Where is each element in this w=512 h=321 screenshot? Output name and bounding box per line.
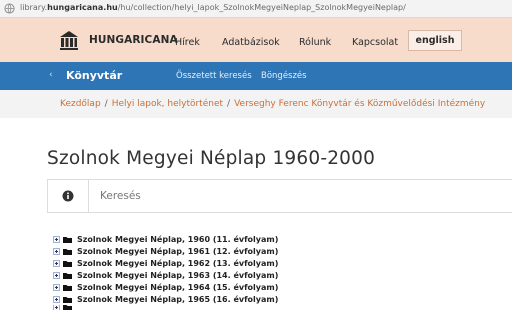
- chevron-left-icon: ‹: [49, 70, 53, 80]
- breadcrumb-separator: /: [227, 99, 231, 109]
- site-info-icon[interactable]: [4, 3, 15, 14]
- subnav-title[interactable]: Könyvtár: [66, 69, 122, 82]
- nav-rolunk[interactable]: Rólunk: [299, 37, 331, 48]
- folder-icon: [63, 236, 72, 243]
- hungaricana-logo-icon: [60, 31, 78, 50]
- tree-item-label[interactable]: Szolnok Megyei Néplap, 1961 (12. évfolya…: [77, 247, 278, 256]
- tree-item[interactable]: Szolnok Megyei Néplap, 1963 (14. évfolya…: [53, 269, 278, 281]
- advanced-search-link[interactable]: Összetett keresés: [176, 71, 252, 81]
- nav-hirek[interactable]: Hírek: [175, 37, 200, 48]
- expand-icon[interactable]: [53, 305, 60, 310]
- library-subnav: ‹ Könyvtár Összetett keresés Böngészés: [0, 62, 512, 90]
- tree-item[interactable]: Szolnok Megyei Néplap, 1964 (15. évfolya…: [53, 281, 278, 293]
- breadcrumb-home[interactable]: Kezdőlap: [60, 99, 101, 109]
- search-box: [47, 179, 512, 213]
- folder-icon: [63, 248, 72, 255]
- expand-icon[interactable]: [53, 259, 60, 267]
- tree-item[interactable]: Szolnok Megyei Néplap, 1962 (13. évfolya…: [53, 257, 278, 269]
- expand-icon[interactable]: [53, 295, 60, 303]
- expand-icon[interactable]: [53, 271, 60, 279]
- tree-item[interactable]: Szolnok Megyei Néplap, 1960 (11. évfolya…: [53, 233, 278, 245]
- address-bar[interactable]: library.hungaricana.hu/hu/collection/hel…: [0, 0, 512, 18]
- tree-item-label[interactable]: Szolnok Megyei Néplap, 1963 (14. évfolya…: [77, 271, 278, 280]
- site-logo[interactable]: HUNGARICANA: [57, 28, 178, 52]
- folder-icon: [63, 260, 72, 267]
- folder-icon: [63, 296, 72, 303]
- expand-icon[interactable]: [53, 235, 60, 243]
- breadcrumb: Kezdőlap / Helyi lapok, helytörténet / Verse…: [0, 90, 512, 118]
- info-icon: [62, 190, 74, 202]
- tree-item[interactable]: Szolnok Megyei Néplap, 1961 (12. évfolya…: [53, 245, 278, 257]
- nav-kapcsolat[interactable]: Kapcsolat: [352, 37, 398, 48]
- language-button[interactable]: english: [408, 30, 462, 51]
- top-navigation: HUNGARICANA Hírek Adatbázisok Rólunk Kap…: [0, 18, 512, 62]
- breadcrumb-local-papers[interactable]: Helyi lapok, helytörténet: [112, 99, 223, 109]
- expand-icon[interactable]: [53, 247, 60, 255]
- info-button[interactable]: [48, 180, 89, 212]
- breadcrumb-separator: /: [104, 99, 108, 109]
- search-input[interactable]: [89, 180, 512, 212]
- expand-icon[interactable]: [53, 283, 60, 291]
- url-text[interactable]: library.hungaricana.hu/hu/collection/hel…: [20, 3, 406, 12]
- breadcrumb-library[interactable]: Verseghy Ferenc Könyvtár és Közművelődés…: [234, 99, 485, 109]
- tree-item-label[interactable]: Szolnok Megyei Néplap, 1964 (15. évfolya…: [77, 283, 278, 292]
- folder-icon: [63, 284, 72, 291]
- tree-item-label[interactable]: Szolnok Megyei Néplap, 1962 (13. évfolya…: [77, 259, 278, 268]
- folder-icon: [63, 272, 72, 279]
- tree-item[interactable]: [53, 305, 278, 310]
- tree-item-label[interactable]: Szolnok Megyei Néplap, 1960 (11. évfolya…: [77, 235, 278, 244]
- tree-item[interactable]: Szolnok Megyei Néplap, 1965 (16. évfolya…: [53, 293, 278, 305]
- folder-icon: [63, 305, 72, 310]
- browse-link[interactable]: Böngészés: [261, 71, 307, 81]
- nav-adatbazisok[interactable]: Adatbázisok: [222, 37, 280, 48]
- logo-text: HUNGARICANA: [89, 34, 178, 46]
- page-title: Szolnok Megyei Néplap 1960-2000: [47, 148, 376, 169]
- tree-item-label[interactable]: Szolnok Megyei Néplap, 1965 (16. évfolya…: [77, 295, 278, 304]
- collection-tree: Szolnok Megyei Néplap, 1960 (11. évfolya…: [53, 233, 278, 310]
